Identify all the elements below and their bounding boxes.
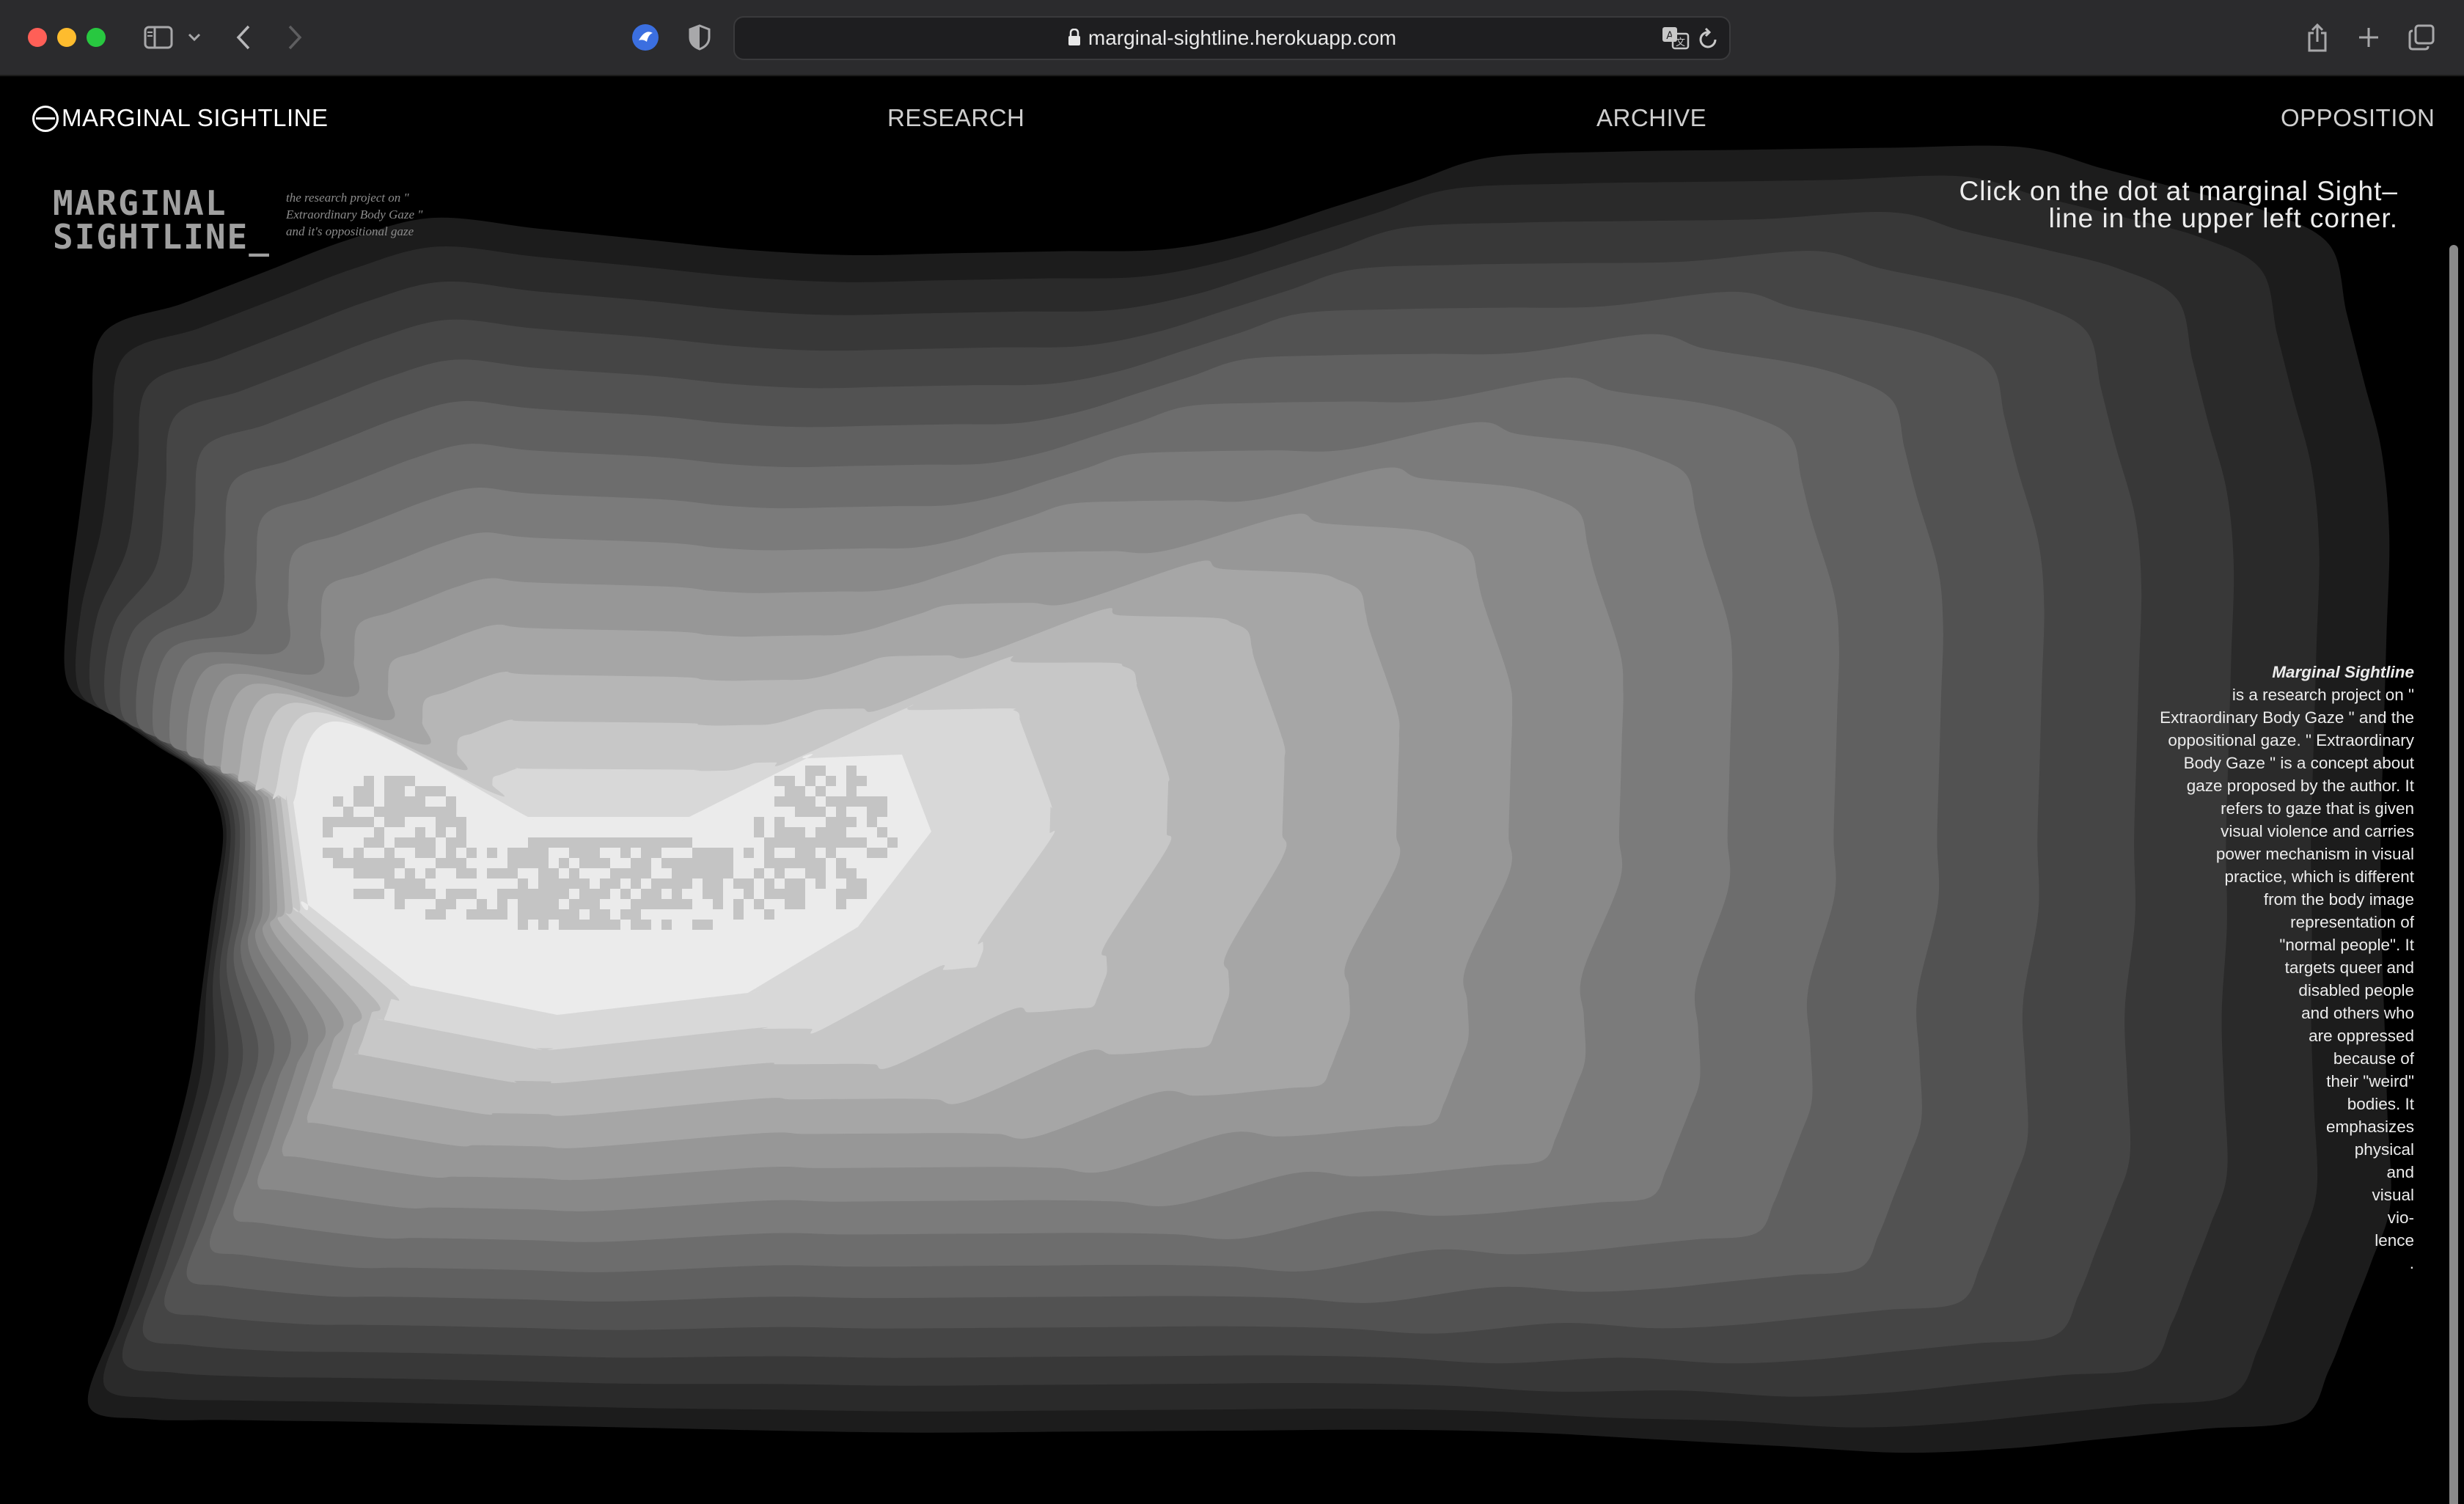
back-icon[interactable]	[229, 21, 258, 54]
hint-line-2: line in the upper left corner.	[2048, 203, 2398, 233]
description-line: bodies. It	[2347, 1095, 2414, 1113]
shield-icon[interactable]	[683, 21, 716, 54]
sidebar-icon[interactable]	[141, 21, 176, 54]
description-line: .	[2409, 1254, 2414, 1272]
browser-toolbar: marginal-sightline.herokuapp.com A文	[0, 0, 2464, 76]
description-line: their "weird"	[2326, 1072, 2414, 1090]
nav-brand-link[interactable]: MARGINAL SIGHTLINE	[62, 104, 329, 132]
description-line: Body Gaze " is a concept about	[2183, 754, 2414, 772]
nav-opposition-link[interactable]: OPPOSITION	[2281, 104, 2435, 132]
hint-line-1: Click on the dot at marginal Sight–	[1959, 176, 2398, 206]
share-icon[interactable]	[2301, 21, 2333, 54]
chevron-down-icon[interactable]	[183, 21, 205, 54]
nav-research-link[interactable]: RESEARCH	[887, 104, 1024, 132]
description-line: because of	[2333, 1049, 2414, 1068]
description-title: Marginal Sightline	[2272, 663, 2414, 681]
logo-line-2: SIGHTLINE_	[53, 217, 271, 257]
description-line: Extraordinary Body Gaze " and the	[2160, 708, 2414, 727]
description-line: targets queer and	[2284, 958, 2414, 977]
reload-icon[interactable]	[1698, 27, 1719, 54]
lock-icon	[1068, 19, 1081, 60]
description-line: from the body image	[2263, 890, 2414, 909]
close-window-button[interactable]	[28, 28, 47, 47]
description-line: and others who	[2301, 1004, 2414, 1022]
zoom-window-button[interactable]	[87, 28, 106, 47]
description-line: emphasizes	[2325, 1118, 2414, 1136]
forward-icon[interactable]	[280, 21, 309, 54]
description-line: is a research project on "	[2232, 686, 2414, 704]
translate-icon[interactable]: A文	[1662, 26, 1690, 54]
logo-subtitle-line: and it's oppositional gaze	[286, 224, 414, 238]
description-line: representation of	[2290, 913, 2414, 931]
instruction-hint: Click on the dot at marginal Sight– line…	[1885, 177, 2398, 232]
description-line: gaze proposed by the author. It	[2186, 777, 2414, 795]
scrollbar-thumb[interactable]	[2449, 245, 2458, 1504]
logo-subtitle: the research project on " Extraordinary …	[286, 189, 455, 240]
description-line: visual	[2372, 1186, 2414, 1204]
logo-subtitle-line: Extraordinary Body Gaze "	[286, 208, 423, 221]
logo-subtitle-line: the research project on "	[286, 191, 409, 205]
address-bar[interactable]: marginal-sightline.herokuapp.com A文	[733, 16, 1731, 60]
svg-text:文: 文	[1676, 37, 1685, 48]
description-line: refers to gaze that is given	[2221, 799, 2414, 818]
description-line: power mechanism in visual	[2215, 845, 2414, 863]
description-line: oppositional gaze. " Extraordinary	[2168, 731, 2414, 749]
page-content: MARGINAL SIGHTLINE RESEARCH ARCHIVE OPPO…	[0, 76, 2464, 1504]
site-logo: MARGINAL SIGHTLINE_	[53, 186, 317, 267]
nav-archive-link[interactable]: ARCHIVE	[1596, 104, 1706, 132]
logo-line-1: MARGINAL	[53, 183, 227, 223]
description-line: physical	[2354, 1140, 2414, 1159]
description-line: visual violence and carries	[2221, 822, 2414, 840]
url-text: marginal-sightline.herokuapp.com	[1088, 26, 1397, 49]
new-tab-icon[interactable]	[2353, 21, 2385, 54]
description-line: disabled people	[2298, 981, 2414, 999]
description-line: lence	[2375, 1231, 2414, 1250]
page-scrollbar[interactable]	[2442, 76, 2464, 1504]
description-line: and	[2386, 1163, 2414, 1181]
description-line: are oppressed	[2309, 1027, 2414, 1045]
description-line: vio-	[2387, 1208, 2414, 1227]
minimize-window-button[interactable]	[57, 28, 76, 47]
project-description: Marginal Sightline is a research project…	[2135, 661, 2414, 1274]
description-line: practice, which is different	[2224, 867, 2414, 886]
extension-icon[interactable]	[629, 21, 661, 54]
description-line: "normal people". It	[2279, 936, 2414, 954]
tabs-overview-icon[interactable]	[2405, 21, 2438, 54]
topographic-contour-art	[64, 145, 2391, 1453]
brand-dot-icon[interactable]	[32, 106, 59, 132]
